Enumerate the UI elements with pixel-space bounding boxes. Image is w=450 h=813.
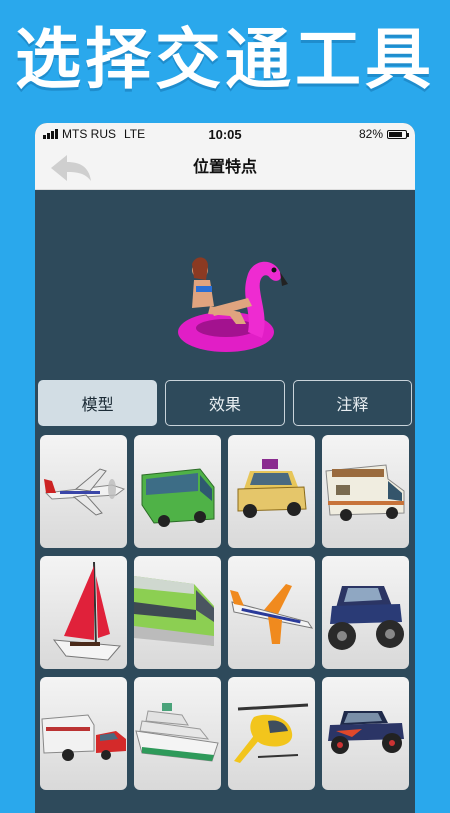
vehicle-card[interactable] xyxy=(134,677,221,790)
status-bar: MTS RUS LTE 10:05 82% xyxy=(35,123,415,145)
page-title: 位置特点 xyxy=(192,157,257,176)
vehicle-card[interactable] xyxy=(40,677,127,790)
green-bus-icon xyxy=(141,468,215,527)
vehicle-card[interactable] xyxy=(40,435,127,548)
sailboat-icon xyxy=(52,561,122,661)
yellow-car-icon xyxy=(237,459,307,518)
promo-title: 选择交通工具 xyxy=(15,21,435,98)
helicopter-icon xyxy=(234,703,309,763)
camper-van-icon xyxy=(325,464,405,521)
tab-notes[interactable]: 注释 xyxy=(292,380,412,426)
vehicle-card[interactable] xyxy=(40,556,127,669)
model-preview xyxy=(35,190,415,380)
tab-effects[interactable]: 效果 xyxy=(165,380,285,426)
vehicle-card[interactable] xyxy=(322,556,409,669)
vehicle-card[interactable] xyxy=(134,435,221,548)
vehicle-card[interactable] xyxy=(228,677,315,790)
status-time: 10:05 xyxy=(208,126,242,142)
battery-icon xyxy=(387,129,409,139)
vehicle-card[interactable] xyxy=(134,556,221,669)
vehicle-grid xyxy=(35,426,415,790)
vehicle-card[interactable] xyxy=(228,435,315,548)
vehicle-card[interactable] xyxy=(322,435,409,548)
monster-truck-icon xyxy=(328,586,404,650)
car-with-trailer-icon xyxy=(41,714,126,761)
cruise-ship-icon xyxy=(135,703,219,762)
propeller-plane-icon xyxy=(44,468,126,516)
nav-bar: 位置特点 xyxy=(35,145,415,190)
hot-rod-icon xyxy=(328,711,404,754)
train-icon xyxy=(134,576,214,646)
airliner-icon xyxy=(230,584,314,644)
tab-models[interactable]: 模型 xyxy=(38,380,158,426)
phone-screen: MTS RUS LTE 10:05 82% 位置特点 模型 效果 注释 xyxy=(35,123,415,813)
tab-bar: 模型 效果 注释 xyxy=(35,380,415,426)
vehicle-card[interactable] xyxy=(322,677,409,790)
flamingo-float-icon xyxy=(178,257,288,352)
vehicle-card[interactable] xyxy=(228,556,315,669)
